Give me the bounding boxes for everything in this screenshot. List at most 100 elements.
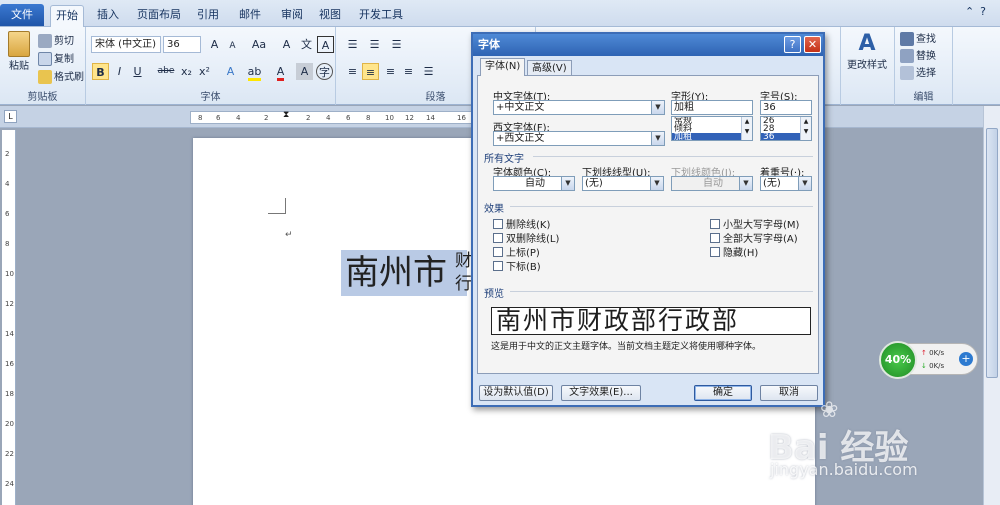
underline-button[interactable]: U bbox=[129, 63, 146, 80]
checkbox-box[interactable] bbox=[493, 219, 503, 229]
emphasis-combo[interactable]: (无) ▼ bbox=[760, 176, 812, 191]
dialog-close-button[interactable]: ✕ bbox=[804, 36, 821, 53]
replace-icon bbox=[900, 49, 914, 63]
tab-advanced[interactable]: 高级(V) bbox=[527, 60, 572, 76]
list-scrollbar[interactable]: ▲ ▼ bbox=[741, 117, 752, 140]
chevron-down-icon[interactable]: ▼ bbox=[650, 177, 663, 190]
style-list[interactable]: 常规 倾斜 加粗 ▲ ▼ bbox=[671, 116, 753, 141]
cancel-button[interactable]: 取消 bbox=[760, 385, 818, 401]
size-input[interactable]: 36 bbox=[760, 100, 812, 115]
superscript-checkbox[interactable]: 上标(P) bbox=[493, 244, 540, 259]
small-caps-checkbox[interactable]: 小型大写字母(M) bbox=[710, 216, 799, 231]
align-left-icon[interactable]: ≡ bbox=[344, 63, 361, 80]
checkbox-box[interactable] bbox=[493, 247, 503, 257]
align-right-icon[interactable]: ≡ bbox=[382, 63, 399, 80]
tab-developer[interactable]: 开发工具 bbox=[356, 5, 406, 27]
network-speed-widget[interactable]: 40% ↑ 0K/s ↓ 0K/s + bbox=[879, 341, 978, 379]
replace-button[interactable]: 替换 bbox=[900, 47, 936, 63]
ok-button[interactable]: 确定 bbox=[694, 385, 752, 401]
copy-button[interactable]: 复制 bbox=[38, 50, 74, 66]
chevron-down-icon[interactable]: ▼ bbox=[651, 132, 664, 145]
multilevel-list-icon[interactable]: ☰ bbox=[388, 36, 405, 53]
size-list[interactable]: 26 28 36 ▲ ▼ bbox=[760, 116, 812, 141]
tab-mailings[interactable]: 邮件 bbox=[234, 5, 266, 27]
checkbox-box[interactable] bbox=[493, 261, 503, 271]
hidden-checkbox[interactable]: 隐藏(H) bbox=[710, 244, 758, 259]
style-input[interactable]: 加粗 bbox=[671, 100, 753, 115]
format-painter-button[interactable]: 格式刷 bbox=[38, 68, 84, 84]
text-effects-button[interactable]: 文字效果(E)... bbox=[561, 385, 641, 401]
change-styles-button[interactable]: A 更改样式 bbox=[847, 31, 887, 71]
plus-icon[interactable]: + bbox=[959, 352, 973, 366]
select-button[interactable]: 选择 bbox=[900, 64, 936, 80]
tab-home[interactable]: 开始 bbox=[50, 5, 84, 27]
shrink-font-button[interactable]: A bbox=[224, 38, 241, 55]
align-center-icon[interactable]: ≡ bbox=[362, 63, 379, 80]
italic-button[interactable]: I bbox=[111, 63, 128, 80]
tab-selector-icon[interactable]: L bbox=[4, 110, 17, 123]
selected-text[interactable]: 南州市 bbox=[341, 250, 459, 296]
double-strikethrough-checkbox[interactable]: 双删除线(L) bbox=[493, 230, 559, 245]
chevron-down-icon: ▼ bbox=[739, 177, 752, 190]
tab-file[interactable]: 文件 bbox=[0, 4, 44, 26]
font-color-icon[interactable]: A bbox=[272, 63, 289, 81]
bold-button[interactable]: B bbox=[92, 63, 109, 80]
scrollbar-thumb[interactable] bbox=[986, 128, 998, 378]
tab-review[interactable]: 审阅 bbox=[276, 5, 308, 27]
checkbox-box[interactable] bbox=[710, 219, 720, 229]
help-icon[interactable]: ? bbox=[980, 5, 992, 18]
line-spacing-icon[interactable]: ☰ bbox=[420, 63, 437, 80]
vertical-scrollbar[interactable] bbox=[983, 106, 1000, 505]
clear-format-button[interactable]: A bbox=[278, 36, 295, 53]
tab-insert[interactable]: 插入 bbox=[92, 5, 124, 27]
change-case-button[interactable]: Aa bbox=[248, 36, 270, 53]
font-size-combo[interactable]: 36 bbox=[163, 36, 201, 53]
list-item[interactable]: 加粗 bbox=[672, 133, 752, 140]
checkbox-box[interactable] bbox=[710, 233, 720, 243]
west-font-combo[interactable]: +西文正文 ▼ bbox=[493, 131, 665, 146]
cn-font-combo[interactable]: +中文正文 ▼ bbox=[493, 100, 665, 115]
find-button[interactable]: 查找 bbox=[900, 30, 936, 46]
strikethrough-checkbox[interactable]: 删除线(K) bbox=[493, 216, 550, 231]
chevron-down-icon[interactable]: ▼ bbox=[798, 177, 811, 190]
checkbox-box[interactable] bbox=[710, 247, 720, 257]
dialog-help-button[interactable]: ? bbox=[784, 36, 801, 53]
phonetic-guide-button[interactable]: 文 bbox=[298, 36, 315, 53]
checkbox-box[interactable] bbox=[493, 233, 503, 243]
superscript-button[interactable]: x² bbox=[196, 63, 213, 80]
font-name-combo[interactable]: 宋体 (中文正) bbox=[91, 36, 161, 53]
strikethrough-button[interactable]: abe bbox=[156, 63, 176, 80]
selected-text-small[interactable]: 财行 bbox=[455, 250, 472, 296]
text-effects-icon[interactable]: A bbox=[222, 63, 239, 80]
enclose-chars-icon[interactable]: 字 bbox=[316, 63, 333, 80]
all-caps-checkbox[interactable]: 全部大写字母(A) bbox=[710, 230, 798, 245]
indent-marker-icon[interactable]: ⧗ bbox=[283, 110, 289, 120]
vertical-ruler[interactable]: 2 4 6 8 10 12 14 16 18 20 22 24 bbox=[2, 130, 16, 505]
list-scrollbar[interactable]: ▲ ▼ bbox=[800, 117, 811, 140]
chevron-down-icon[interactable]: ▼ bbox=[651, 101, 664, 114]
tab-font[interactable]: 字体(N) bbox=[480, 58, 526, 76]
ruler-v-tick: 20 bbox=[5, 420, 14, 428]
chevron-down-icon[interactable]: ▼ bbox=[561, 177, 574, 190]
window-controls[interactable]: ⌃? bbox=[965, 5, 992, 18]
cut-button[interactable]: 剪切 bbox=[38, 32, 74, 48]
grow-font-button[interactable]: A bbox=[206, 36, 223, 53]
tab-references[interactable]: 引用 bbox=[192, 5, 224, 27]
subscript-button[interactable]: x₂ bbox=[178, 63, 195, 80]
char-shading-icon[interactable]: A bbox=[296, 63, 313, 80]
tab-page-layout[interactable]: 页面布局 bbox=[134, 5, 184, 27]
justify-icon[interactable]: ≡ bbox=[400, 63, 417, 80]
numbering-icon[interactable]: ☰ bbox=[366, 36, 383, 53]
set-default-button[interactable]: 设为默认值(D) bbox=[479, 385, 553, 401]
tab-view[interactable]: 视图 bbox=[314, 5, 346, 27]
highlight-icon[interactable]: ab bbox=[246, 63, 263, 81]
minimize-ribbon-icon[interactable]: ⌃ bbox=[965, 5, 980, 18]
paragraph-mark: ↵ bbox=[285, 230, 293, 240]
underline-style-combo[interactable]: (无) ▼ bbox=[582, 176, 664, 191]
font-color-combo[interactable]: 自动 ▼ bbox=[493, 176, 575, 191]
paste-button[interactable]: 粘贴 bbox=[6, 31, 32, 72]
baidu-watermark: ❀ Bai 经验 jingyan.baidu.com bbox=[760, 398, 980, 500]
bullets-icon[interactable]: ☰ bbox=[344, 36, 361, 53]
char-border-button[interactable]: A bbox=[317, 36, 334, 53]
subscript-checkbox[interactable]: 下标(B) bbox=[493, 258, 541, 273]
